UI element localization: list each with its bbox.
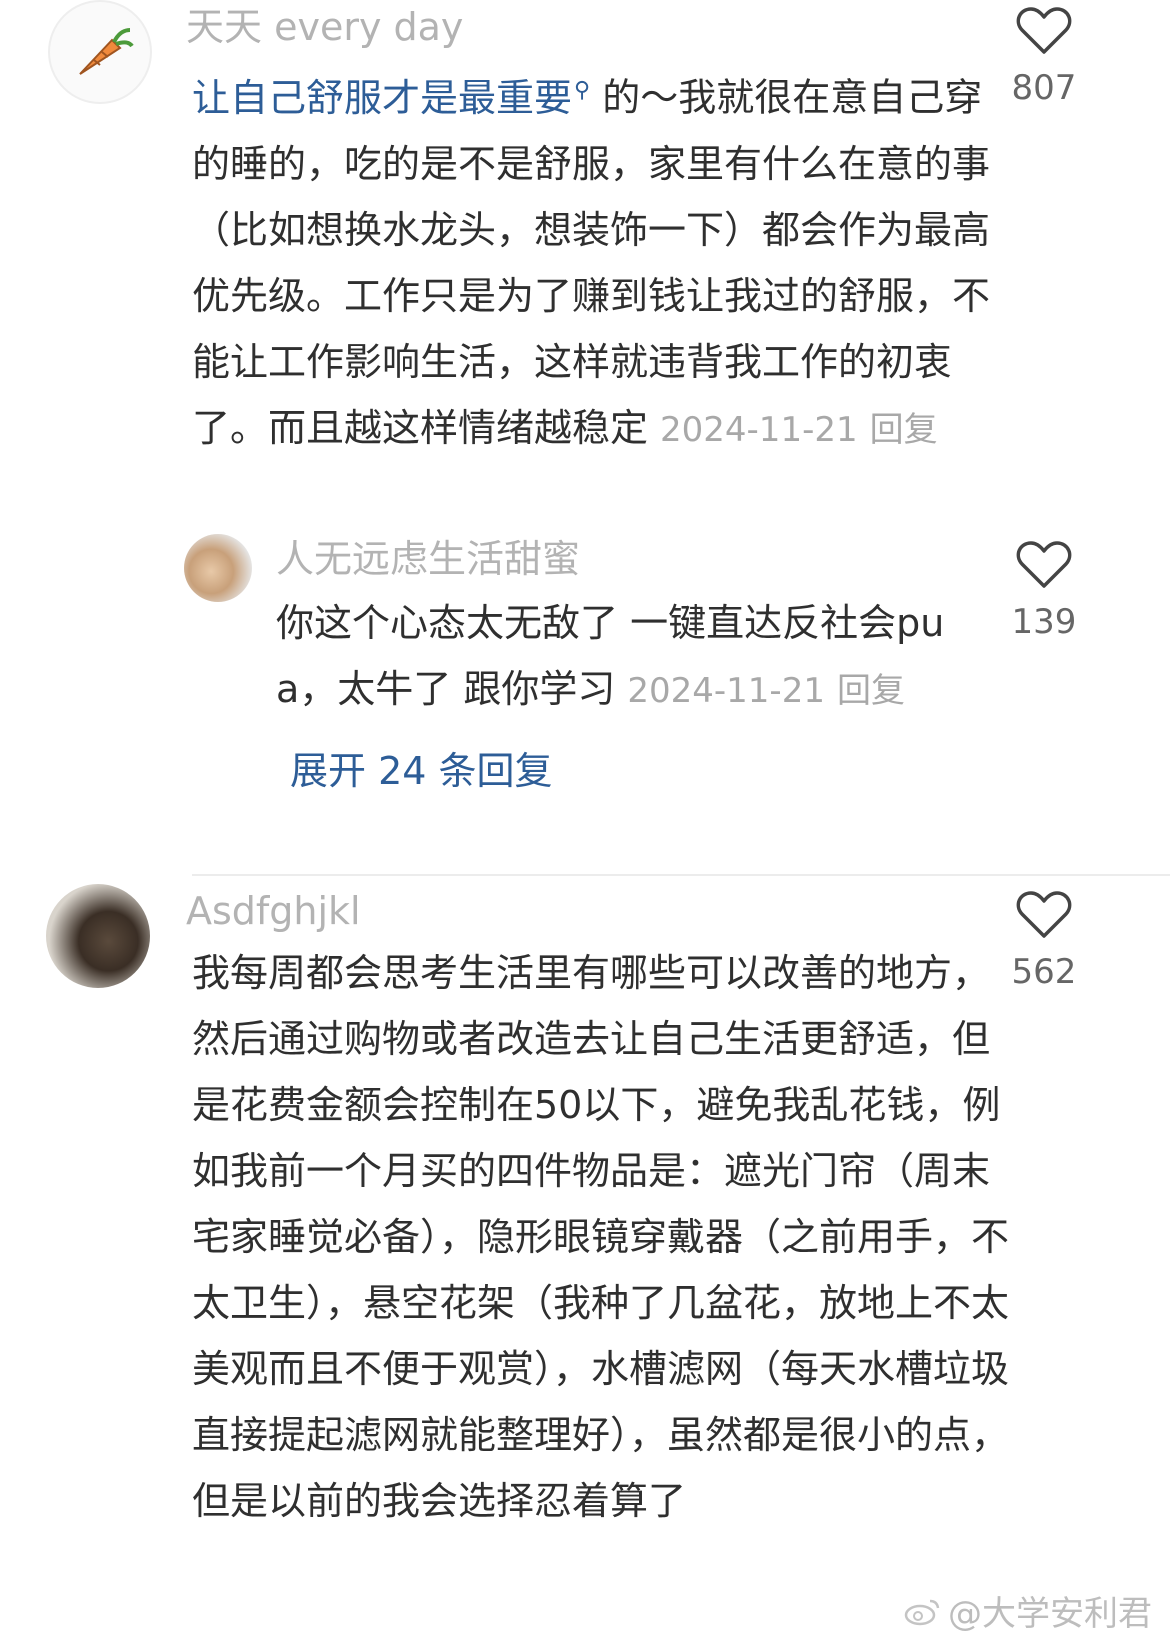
- avatar[interactable]: [48, 0, 152, 104]
- reply-button[interactable]: 回复: [870, 410, 938, 450]
- watermark: @大学安利君: [902, 1586, 1152, 1635]
- keyword-link[interactable]: 让自己舒服才是最重要⚲: [192, 76, 590, 120]
- heart-icon[interactable]: [1016, 890, 1072, 940]
- comment-text: 让自己舒服才是最重要⚲ 的～我就很在意自己穿的睡的，吃的是不是舒服，家里有什么在…: [192, 75, 991, 450]
- comment-text: 我每周都会思考生活里有哪些可以改善的地方，然后通过购物或者改造去让自己生活更舒适…: [192, 951, 1010, 1523]
- comment-username[interactable]: Asdfghjkl: [186, 892, 361, 930]
- comment-date: 2024-11-21: [660, 409, 858, 450]
- reply-meta: 2024-11-21 回复: [627, 671, 905, 711]
- watermark-text: @大学安利君: [948, 1594, 1152, 1634]
- heart-icon[interactable]: [1016, 540, 1072, 590]
- carrot-icon: [79, 28, 134, 75]
- search-icon: ⚲: [574, 78, 591, 103]
- like-count: 807: [1011, 68, 1077, 108]
- comment-meta: 2024-11-21 回复: [660, 410, 938, 450]
- expand-replies-button[interactable]: 展开 24 条回复: [290, 752, 553, 790]
- like-count: 562: [1011, 952, 1077, 992]
- reply-text: 你这个心态太无敌了 一键直达反社会pua，太牛了 跟你学习 2024-11-21 回…: [276, 601, 945, 711]
- avatar[interactable]: [46, 884, 150, 988]
- divider: [192, 874, 1170, 876]
- reply-button[interactable]: 回复: [837, 671, 905, 711]
- comment-username[interactable]: 天天 every day: [186, 8, 463, 46]
- reply-avatar[interactable]: [184, 534, 252, 602]
- heart-icon[interactable]: [1016, 6, 1072, 56]
- reply-username[interactable]: 人无远虑生活甜蜜: [276, 540, 580, 578]
- reply-date: 2024-11-21: [627, 671, 825, 711]
- like-count: 139: [1011, 602, 1077, 642]
- weibo-icon: [904, 1599, 940, 1625]
